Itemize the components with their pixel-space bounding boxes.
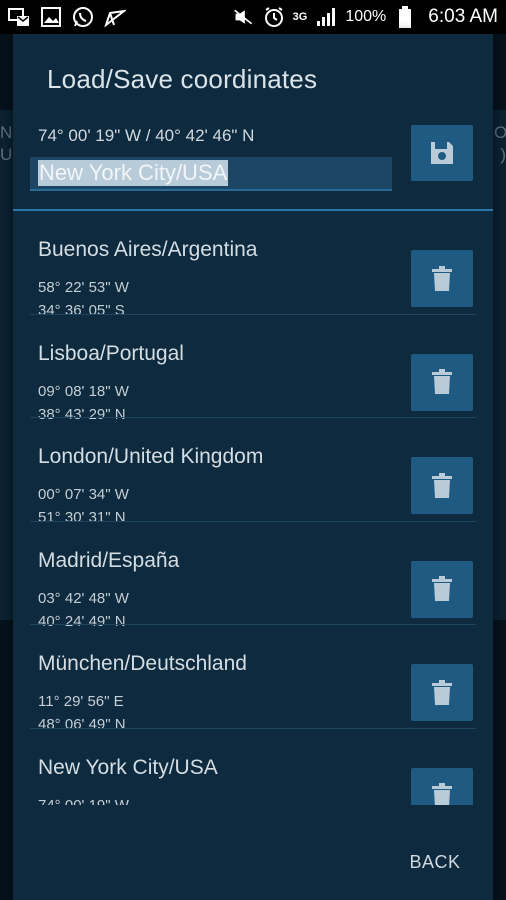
list-item[interactable]: Lisboa/Portugal 09° 08' 18" W 38° 43' 29" … <box>13 315 493 423</box>
location-longitude: 03° 42' 48" W <box>38 589 129 607</box>
background-text-left: NU <box>0 123 13 164</box>
current-coordinates: 74° 00' 19" W / 40° 42' 46" N <box>38 126 255 145</box>
location-name: Lisboa/Portugal <box>38 341 184 365</box>
gallery-icon <box>40 6 62 28</box>
location-longitude: 00° 07' 34" W <box>38 486 129 503</box>
location-longitude: 09° 08' 18" W <box>38 382 129 400</box>
back-button[interactable]: BACK <box>395 844 475 880</box>
battery-icon <box>394 6 416 28</box>
background-text-right: O) <box>494 123 506 164</box>
trash-icon <box>432 265 452 291</box>
trash-icon <box>432 472 452 498</box>
signal-icon <box>315 6 337 28</box>
delete-button[interactable] <box>411 250 473 307</box>
status-bar: 3G 100% 6:03 AM <box>0 0 506 34</box>
saved-locations-list[interactable]: Buenos Aires/Argentina 58° 22' 53" W 34° 3… <box>13 211 493 805</box>
trash-icon <box>432 783 452 805</box>
photo-mail-icon <box>8 6 30 28</box>
list-item[interactable]: Buenos Aires/Argentina 58° 22' 53" W 34° 3… <box>13 211 493 319</box>
whatsapp-icon <box>72 6 94 28</box>
network-type: 3G <box>292 11 308 23</box>
delete-button[interactable] <box>411 457 473 514</box>
delete-button[interactable] <box>411 353 473 411</box>
location-name: Madrid/España <box>38 548 180 572</box>
floppy-disk-icon <box>431 142 453 164</box>
trash-icon <box>432 369 452 394</box>
list-item[interactable]: New York City/USA74° 00' 19" W40° 42' 46… <box>13 729 493 806</box>
location-name-input[interactable]: New York City/USA <box>30 157 392 191</box>
status-time: 6:03 AM <box>428 6 498 27</box>
delete-button[interactable] <box>411 560 473 618</box>
send-icon <box>104 6 126 28</box>
list-item[interactable]: London/United Kingdom 00° 07' 34" W 51° 30… <box>13 418 493 526</box>
location-name: London/United Kingdom <box>38 445 264 468</box>
location-longitude: 74° 00' 19" W <box>38 796 129 806</box>
battery-percent: 100% <box>345 8 387 25</box>
list-item[interactable]: München/Deutschland 11° 29' 56" E 48° 06' … <box>13 625 493 733</box>
location-longitude: 11° 29' 56" E <box>38 693 124 710</box>
delete-button[interactable] <box>411 664 473 721</box>
load-save-dialog: Load/Save coordinates 74° 00' 19" W / 40… <box>13 34 493 900</box>
location-name-input-value: New York City/USA <box>38 160 229 186</box>
trash-icon <box>432 679 452 705</box>
alarm-icon <box>263 6 285 28</box>
trash-icon <box>432 576 452 601</box>
list-item[interactable]: Madrid/España 03° 42' 48" W 40° 24' 49" N <box>13 522 493 630</box>
location-name: Buenos Aires/Argentina <box>38 238 258 261</box>
save-button[interactable] <box>411 125 473 181</box>
location-name: München/Deutschland <box>38 652 247 675</box>
mute-icon <box>233 6 255 28</box>
location-longitude: 58° 22' 53" W <box>38 279 129 296</box>
delete-button[interactable] <box>411 767 473 805</box>
dialog-title: Load/Save coordinates <box>47 64 318 94</box>
location-name: New York City/USA <box>38 755 218 779</box>
